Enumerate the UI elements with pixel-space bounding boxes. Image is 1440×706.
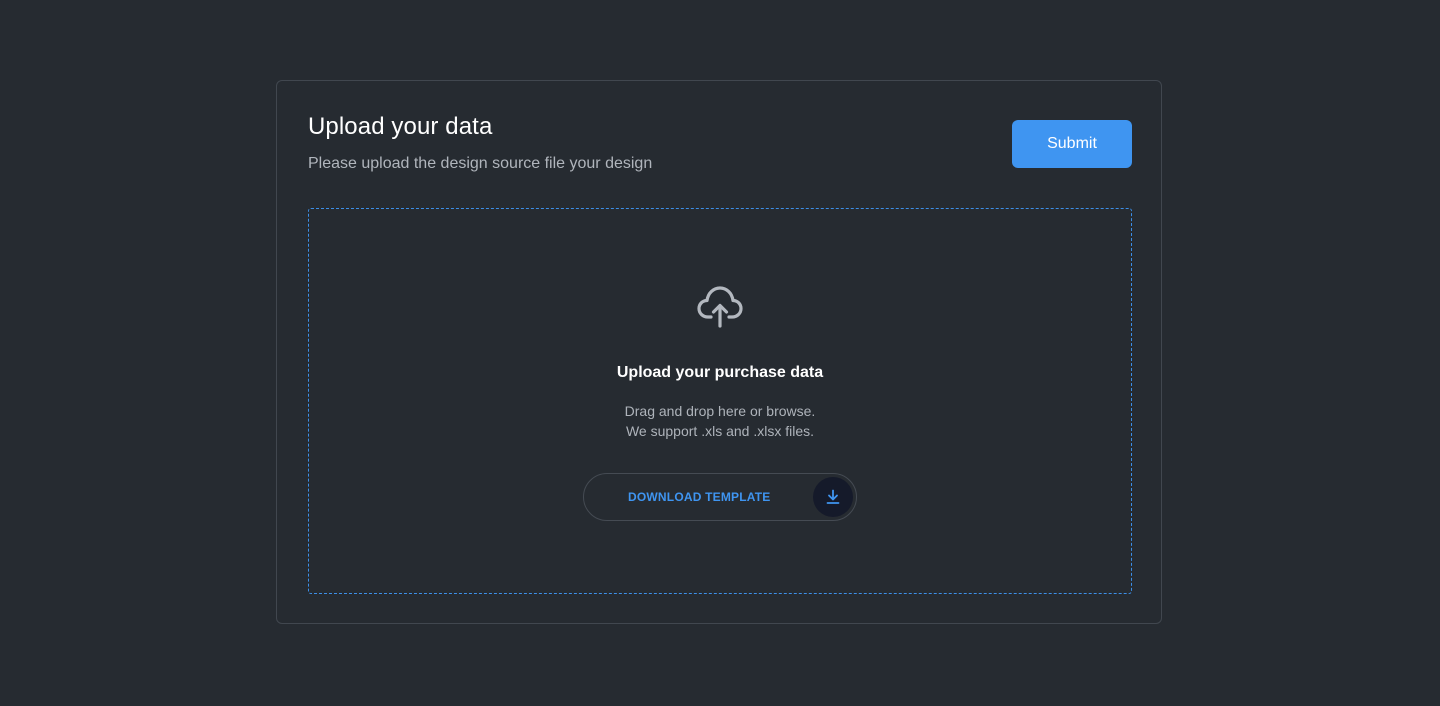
download-icon	[826, 489, 840, 504]
cloud-upload-icon	[697, 286, 743, 328]
upload-card: Upload your data Please upload the desig…	[276, 80, 1162, 624]
download-template-label: DOWNLOAD TEMPLATE	[628, 490, 771, 504]
download-template-button[interactable]: DOWNLOAD TEMPLATE	[583, 473, 857, 521]
download-icon-circle	[813, 477, 853, 517]
file-dropzone[interactable]: Upload your purchase data Drag and drop …	[308, 208, 1132, 594]
submit-button[interactable]: Submit	[1012, 120, 1132, 168]
dropzone-description-line1: Drag and drop here or browse.	[624, 403, 816, 419]
page-title: Upload your data	[308, 113, 493, 140]
dropzone-description-line2: We support .xls and .xlsx files.	[625, 423, 815, 439]
page-subtitle: Please upload the design source file you…	[308, 155, 653, 172]
dropzone-title: Upload your purchase data	[616, 364, 824, 381]
